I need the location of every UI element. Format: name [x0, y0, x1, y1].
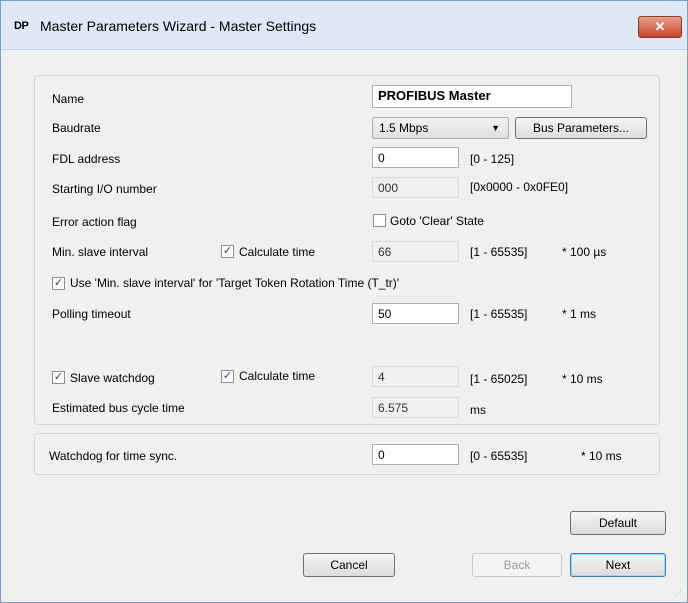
fdl-range: [0 - 125]: [470, 152, 515, 166]
goto-clear-checkbox[interactable]: [373, 214, 386, 227]
wizard-window: DP Master Parameters Wizard - Master Set…: [0, 0, 688, 603]
polling-range: [1 - 65535]: [470, 307, 528, 321]
close-icon: ✕: [654, 19, 666, 34]
min-slave-label: Min. slave interval: [52, 245, 149, 259]
polling-unit: * 1 ms: [562, 307, 597, 321]
name-label: Name: [52, 92, 85, 106]
io-range: [0x0000 - 0x0FE0]: [470, 180, 569, 194]
name-field[interactable]: PROFIBUS Master: [372, 85, 572, 108]
io-number-label: Starting I/O number: [52, 182, 157, 196]
window-title: Master Parameters Wizard - Master Settin…: [40, 18, 317, 34]
polling-timeout-label: Polling timeout: [52, 307, 131, 321]
min-slave-field: 66: [372, 241, 459, 262]
slave-watchdog-checkbox[interactable]: ✓: [52, 371, 65, 384]
time-sync-field[interactable]: 0: [372, 444, 459, 465]
bus-cycle-label: Estimated bus cycle time: [52, 401, 185, 415]
chevron-down-icon: ▼: [491, 123, 500, 133]
bus-parameters-button[interactable]: Bus Parameters...: [515, 117, 647, 139]
watchdog-calc-checkbox[interactable]: ✓: [221, 370, 234, 383]
fdl-address-label: FDL address: [52, 152, 121, 166]
slave-watchdog-label: Slave watchdog: [70, 371, 155, 385]
title-bar[interactable]: DP Master Parameters Wizard - Master Set…: [1, 1, 687, 50]
baudrate-label: Baudrate: [52, 121, 101, 135]
min-slave-calc-label: Calculate time: [239, 245, 316, 259]
bus-cycle-unit: ms: [470, 403, 486, 417]
error-flag-label: Error action flag: [52, 215, 137, 229]
goto-clear-label: Goto 'Clear' State: [390, 214, 484, 228]
baudrate-select[interactable]: 1.5 Mbps ▼: [372, 117, 509, 139]
back-button[interactable]: Back: [472, 553, 562, 577]
default-button[interactable]: Default: [570, 511, 666, 535]
app-icon: DP: [14, 20, 29, 32]
watchdog-unit: * 10 ms: [562, 372, 603, 386]
watchdog-calc-label: Calculate time: [239, 369, 316, 383]
use-min-slave-checkbox[interactable]: ✓: [52, 277, 65, 290]
watchdog-range: [1 - 65025]: [470, 372, 528, 386]
min-slave-unit: * 100 µs: [562, 245, 607, 259]
time-sync-range: [0 - 65535]: [470, 449, 528, 463]
cancel-button[interactable]: Cancel: [303, 553, 395, 577]
fdl-address-field[interactable]: 0: [372, 147, 459, 168]
bus-cycle-field: 6.575: [372, 397, 459, 418]
io-number-field: 000: [372, 177, 459, 198]
min-slave-range: [1 - 65535]: [470, 245, 528, 259]
resize-grip-icon[interactable]: ⋰: [674, 589, 684, 599]
min-slave-calc-checkbox[interactable]: ✓: [221, 245, 234, 258]
time-sync-label: Watchdog for time sync.: [49, 449, 178, 463]
baudrate-value: 1.5 Mbps: [379, 121, 429, 135]
polling-timeout-field[interactable]: 50: [372, 303, 459, 324]
time-sync-unit: * 10 ms: [581, 449, 622, 463]
close-button[interactable]: ✕: [638, 16, 682, 38]
next-button[interactable]: Next: [570, 553, 666, 577]
use-min-slave-label: Use 'Min. slave interval' for 'Target To…: [70, 276, 400, 290]
slave-watchdog-field: 4: [372, 366, 459, 387]
